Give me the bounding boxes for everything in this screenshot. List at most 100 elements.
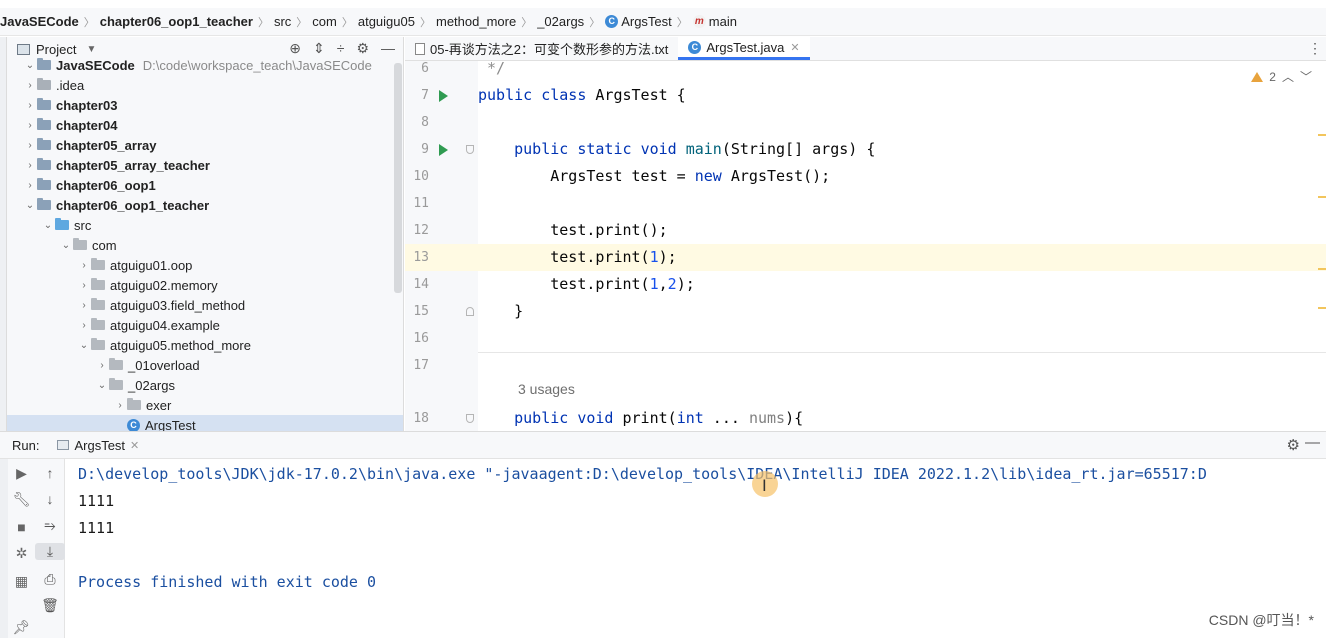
tree-item[interactable]: › atguigu04.example xyxy=(7,315,403,335)
tree-item[interactable]: › chapter04 xyxy=(7,115,403,135)
breadcrumb-class[interactable]: C ArgsTest xyxy=(605,14,672,29)
usages-hint[interactable]: 3 usages xyxy=(518,381,575,397)
line-number: 16 xyxy=(413,331,429,346)
chevron-down-icon[interactable]: ⌄ xyxy=(59,240,73,251)
code-line[interactable]: test.print(); xyxy=(478,217,1326,244)
soft-wrap-icon[interactable]: ⥱ xyxy=(35,517,65,534)
chevron-right-icon[interactable]: › xyxy=(23,100,37,111)
wrench-icon[interactable]: 🔧︎ xyxy=(8,491,35,508)
chevron-down-icon[interactable]: ⌄ xyxy=(95,380,109,391)
folder-icon xyxy=(37,78,51,90)
layout-icon[interactable]: ▦ xyxy=(8,573,35,590)
chevron-down-icon[interactable]: ⌄ xyxy=(41,220,55,231)
chevron-right-icon[interactable]: › xyxy=(77,300,91,311)
fold-icon[interactable] xyxy=(466,414,474,423)
chevron-right-icon[interactable]: › xyxy=(23,80,37,91)
tree-item[interactable]: ⌄ com xyxy=(7,235,403,255)
inspection-widget[interactable]: 2 ︿ ﹀ xyxy=(1251,68,1312,85)
line-number: 14 xyxy=(413,277,429,292)
chevron-down-icon[interactable]: ﹀ xyxy=(1300,68,1312,85)
error-stripe-mark[interactable] xyxy=(1318,196,1326,198)
chevron-down-icon[interactable]: ⌄ xyxy=(23,60,37,71)
trash-icon[interactable]: 🗑︎ xyxy=(35,597,65,614)
chevron-down-icon[interactable]: ⌄ xyxy=(23,200,37,211)
editor-gutter[interactable]: 6 7 8 9 10 11 12 13 14 15 16 17 18 xyxy=(405,61,478,431)
chevron-right-icon[interactable]: › xyxy=(23,120,37,131)
stop-icon[interactable]: ■ xyxy=(8,519,35,535)
minimize-icon[interactable]: — xyxy=(1305,434,1320,451)
close-icon[interactable]: ✕ xyxy=(790,41,799,54)
code-line[interactable]: public static void main(String[] args) { xyxy=(478,136,1326,163)
chevron-up-icon[interactable]: ︿ xyxy=(1282,68,1294,85)
tree-item[interactable]: › atguigu01.oop xyxy=(7,255,403,275)
project-tree-scrollbar[interactable] xyxy=(394,63,402,293)
print-icon[interactable]: ⎙ xyxy=(35,571,65,588)
tree-item[interactable]: › .idea xyxy=(7,75,403,95)
chevron-right-icon[interactable]: › xyxy=(23,180,37,191)
code-line[interactable] xyxy=(478,109,1326,136)
code-line[interactable]: test.print(1); xyxy=(478,244,1326,271)
breadcrumb-args-package[interactable]: _02args xyxy=(537,14,584,29)
tree-root[interactable]: ⌄ JavaSECode D:\code\workspace_teach\JavaS… xyxy=(7,55,403,75)
code-line[interactable]: */ xyxy=(478,55,1326,82)
arrow-down-icon[interactable]: ↓ xyxy=(35,491,65,507)
fold-icon[interactable] xyxy=(466,307,474,316)
chevron-right-icon[interactable]: › xyxy=(95,360,109,371)
pin-icon[interactable]: 📌︎ xyxy=(8,619,35,636)
code-line[interactable]: } xyxy=(478,298,1326,325)
chevron-right-icon[interactable]: › xyxy=(77,320,91,331)
breadcrumb-method[interactable]: m main xyxy=(692,14,737,29)
tree-item[interactable]: ⌄ src xyxy=(7,215,403,235)
console-output[interactable]: D:\develop_tools\JDK\jdk-17.0.2\bin\java… xyxy=(78,459,1326,638)
chevron-down-icon[interactable]: ⌄ xyxy=(77,340,91,351)
code-area[interactable]: 3 usages */public class ArgsTest { publi… xyxy=(478,59,1326,431)
chevron-right-icon[interactable]: › xyxy=(113,400,127,411)
breadcrumb-subpackage[interactable]: method_more xyxy=(436,14,516,29)
tree-item[interactable]: ⌄ chapter06_oop1_teacher xyxy=(7,195,403,215)
close-icon[interactable]: ✕ xyxy=(130,439,139,452)
tree-item[interactable]: › chapter03 xyxy=(7,95,403,115)
tree-item[interactable]: › _01overload xyxy=(7,355,403,375)
method-icon: m xyxy=(692,15,706,28)
code-line[interactable] xyxy=(478,190,1326,217)
error-stripe-mark[interactable] xyxy=(1318,307,1326,309)
code-line[interactable]: test.print(1,2); xyxy=(478,271,1326,298)
breadcrumb-src[interactable]: src xyxy=(274,14,291,29)
run-gutter-icon[interactable] xyxy=(439,144,448,156)
tree-item[interactable]: ⌄ _02args xyxy=(7,375,403,395)
code-line[interactable] xyxy=(478,352,1326,379)
scroll-to-end-icon[interactable]: ⤓ xyxy=(35,543,65,560)
tree-item[interactable]: ⌄ atguigu05.method_more xyxy=(7,335,403,355)
fold-icon[interactable] xyxy=(466,145,474,154)
tree-item[interactable]: › chapter05_array_teacher xyxy=(7,155,403,175)
line-number: 18 xyxy=(413,411,429,426)
tree-item[interactable]: › atguigu03.field_method xyxy=(7,295,403,315)
code-line[interactable]: public class ArgsTest { xyxy=(478,82,1326,109)
chevron-right-icon[interactable]: › xyxy=(77,260,91,271)
chevron-right-icon[interactable]: › xyxy=(23,160,37,171)
arrow-up-icon[interactable]: ↑ xyxy=(35,465,65,481)
tree-item[interactable]: › chapter06_oop1 xyxy=(7,175,403,195)
tree-item[interactable]: › chapter05_array xyxy=(7,135,403,155)
run-tab-argstest[interactable]: ArgsTest ✕ xyxy=(57,438,139,453)
gear-icon[interactable]: ⚙ xyxy=(1287,436,1300,454)
breadcrumb-com[interactable]: com xyxy=(312,14,337,29)
run-gutter-icon[interactable] xyxy=(439,90,448,102)
error-stripe-mark[interactable] xyxy=(1318,134,1326,136)
rerun-icon[interactable]: ▶ xyxy=(8,465,35,482)
chevron-right-icon[interactable]: › xyxy=(77,280,91,291)
tree-item[interactable]: › atguigu02.memory xyxy=(7,275,403,295)
tree-item[interactable]: › exer xyxy=(7,395,403,415)
breadcrumb-project[interactable]: JavaSECode xyxy=(0,14,79,29)
tree-item[interactable]: C ArgsTest xyxy=(7,415,403,431)
chevron-right-icon[interactable]: › xyxy=(23,140,37,151)
breadcrumb-package[interactable]: atguigu05 xyxy=(358,14,415,29)
package-icon xyxy=(91,258,105,270)
error-stripe-mark[interactable] xyxy=(1318,268,1326,270)
code-line[interactable]: public void print(int ... nums){ xyxy=(478,405,1326,431)
settings-icon[interactable]: ✲ xyxy=(8,545,35,562)
chevron-down-icon[interactable]: ▼ xyxy=(86,44,96,55)
code-line[interactable]: ArgsTest test = new ArgsTest(); xyxy=(478,163,1326,190)
code-line[interactable] xyxy=(478,325,1326,352)
breadcrumb-module[interactable]: chapter06_oop1_teacher xyxy=(100,14,253,29)
